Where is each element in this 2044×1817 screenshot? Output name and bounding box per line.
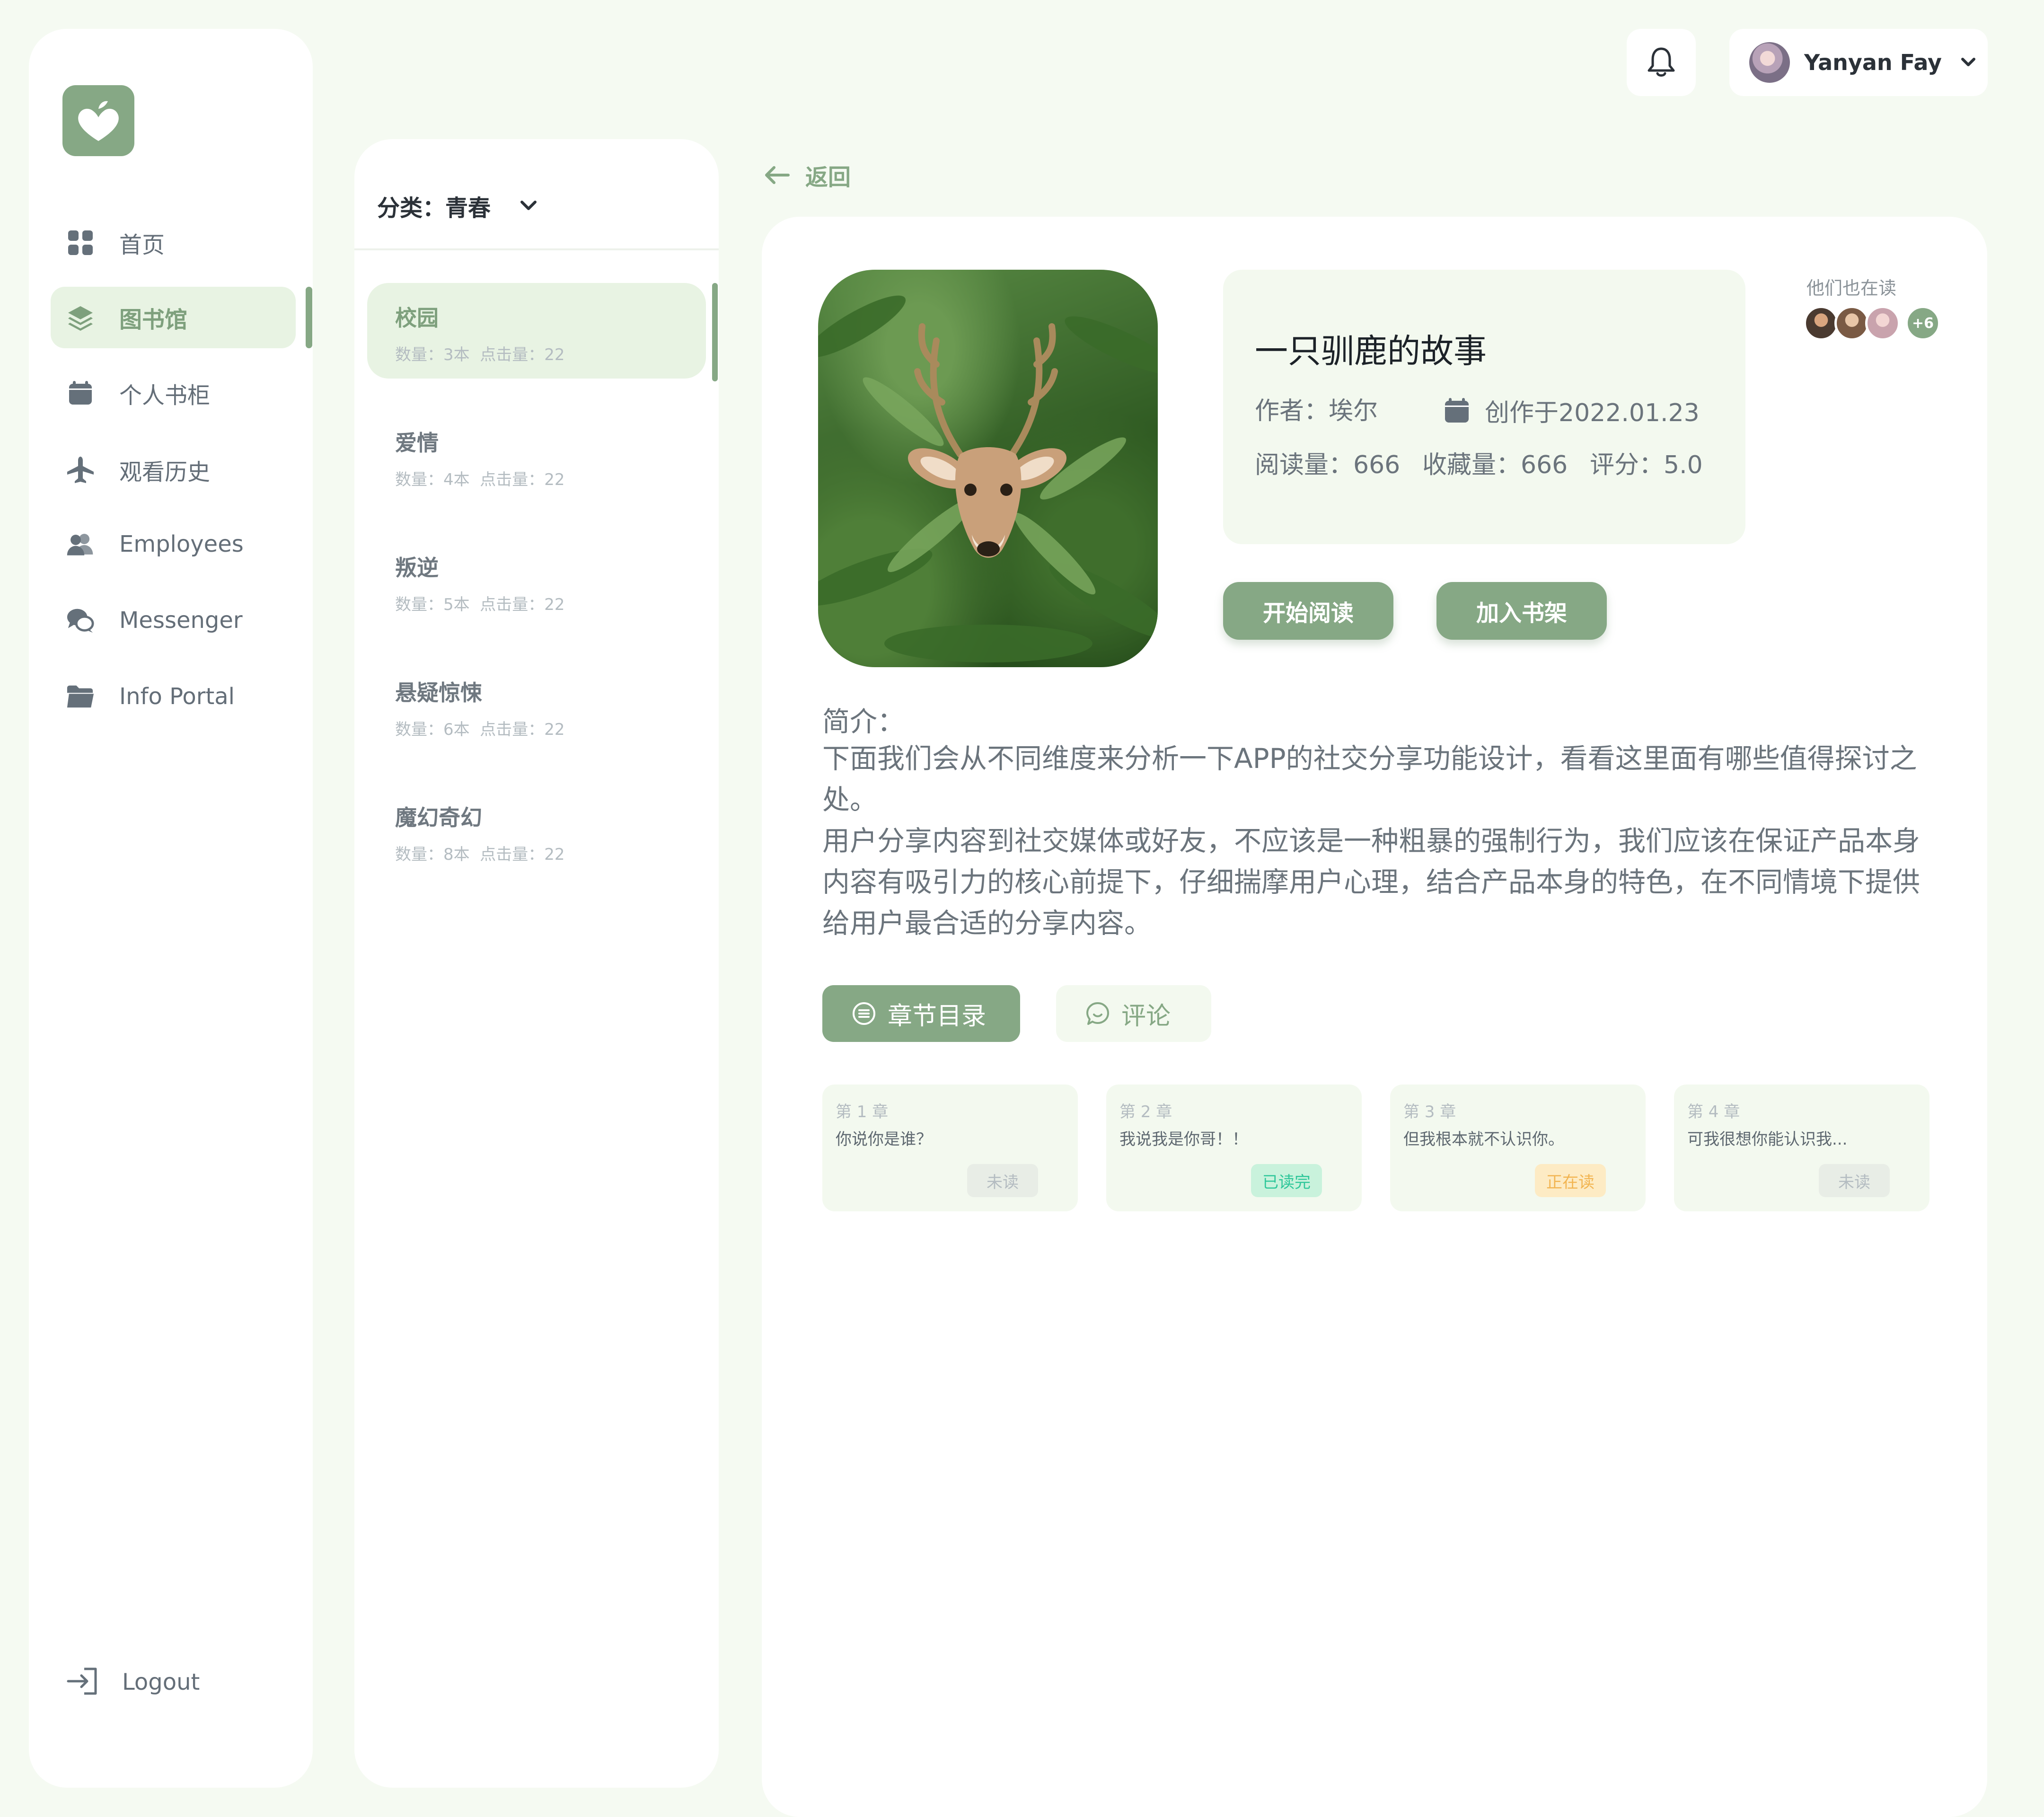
comment-icon xyxy=(1085,1001,1110,1026)
avatar xyxy=(1749,42,1790,83)
logout-button[interactable]: Logout xyxy=(66,1651,200,1713)
app-logo[interactable] xyxy=(62,85,134,156)
chapter-number: 第 2 章 xyxy=(1119,1103,1172,1121)
chapter-number: 第 3 章 xyxy=(1403,1103,1456,1121)
bell-icon xyxy=(1646,46,1676,79)
chapter-title: 我说我是你哥！！ xyxy=(1119,1130,1248,1149)
sidebar-item-messenger[interactable]: Messenger xyxy=(51,590,296,651)
calendar-icon xyxy=(66,379,95,407)
reader-avatar[interactable] xyxy=(1865,306,1900,341)
book-rating: 评分：5.0 xyxy=(1590,451,1703,479)
category-item[interactable]: 叛逆 数量：5本 点击量：22 xyxy=(367,533,706,628)
category-item[interactable]: 爱情 数量：4本 点击量：22 xyxy=(367,408,706,503)
category-divider xyxy=(354,248,719,250)
chapter-number: 第 4 章 xyxy=(1687,1103,1740,1121)
user-name: Yanyan Fay xyxy=(1804,50,1942,75)
book-author: 作者：埃尔 xyxy=(1255,397,1378,425)
back-button[interactable]: 返回 xyxy=(764,156,851,194)
chapter-card[interactable]: 第 1 章 你说你是谁？ 未读 xyxy=(822,1085,1078,1211)
category-meta: 数量：8本 点击量：22 xyxy=(395,845,565,864)
sidebar-item-employees[interactable]: Employees xyxy=(51,513,296,575)
description-paragraph: 下面我们会从不同维度来分析一下APP的社交分享功能设计，看看这里面有哪些值得探讨… xyxy=(822,742,1917,816)
category-scrollbar[interactable] xyxy=(712,283,718,381)
sidebar-item-info-portal[interactable]: Info Portal xyxy=(51,666,296,727)
category-meta: 数量：5本 点击量：22 xyxy=(395,595,565,614)
sidebar-item-label: Employees xyxy=(119,531,244,557)
chapter-card[interactable]: 第 4 章 可我很想你能认识我... 未读 xyxy=(1674,1085,1929,1211)
folder-icon xyxy=(66,682,95,711)
chapter-status-badge: 正在读 xyxy=(1535,1164,1606,1197)
readers-label: 他们也在读 xyxy=(1806,278,1897,299)
grid-icon xyxy=(66,229,95,257)
layers-icon xyxy=(66,303,95,332)
book-created-date: 创作于2022.01.23 xyxy=(1443,393,1700,428)
category-item[interactable]: 魔幻奇幻 数量：8本 点击量：22 xyxy=(367,783,706,878)
book-cover xyxy=(818,270,1158,667)
book-read-count: 阅读量：666 xyxy=(1255,451,1401,479)
category-meta: 数量：3本 点击量：22 xyxy=(395,345,565,364)
sidebar-item-library[interactable]: 图书馆 xyxy=(51,287,296,348)
sidebar-item-history[interactable]: 观看历史 xyxy=(51,439,296,501)
category-item[interactable]: 悬疑惊悚 数量：6本 点击量：22 xyxy=(367,658,706,753)
calendar-icon xyxy=(1443,397,1471,424)
chapter-status-badge: 未读 xyxy=(967,1164,1038,1197)
chevron-down-icon xyxy=(1959,53,1978,72)
heart-logo-icon xyxy=(78,101,119,141)
category-dropdown[interactable]: 分类：青春 xyxy=(377,185,538,227)
sidebar-item-label: 图书馆 xyxy=(119,307,188,333)
airplane-icon xyxy=(66,456,95,484)
chevron-down-icon xyxy=(519,199,538,212)
sidebar-item-label: 首页 xyxy=(119,232,165,258)
reader-avatar[interactable] xyxy=(1804,306,1839,341)
chapter-card[interactable]: 第 3 章 但我根本就不认识你。 正在读 xyxy=(1390,1085,1646,1211)
logout-label: Logout xyxy=(122,1669,200,1695)
category-panel xyxy=(354,139,719,1788)
users-icon xyxy=(66,530,95,558)
list-circle-icon xyxy=(852,1001,876,1026)
add-to-shelf-button[interactable]: 加入书架 xyxy=(1436,582,1607,640)
readers-more-badge[interactable]: +6 xyxy=(1905,306,1940,341)
chapter-title: 你说你是谁？ xyxy=(836,1130,932,1149)
description-heading: 简介： xyxy=(822,706,905,738)
tab-label: 章节目录 xyxy=(888,1002,987,1031)
book-favorite-count: 收藏量：666 xyxy=(1422,451,1568,479)
sidebar-item-label: 观看历史 xyxy=(119,459,211,485)
chapter-status-badge: 已读完 xyxy=(1251,1164,1322,1197)
chapter-card[interactable]: 第 2 章 我说我是你哥！！ 已读完 xyxy=(1106,1085,1362,1211)
chapter-status-badge: 未读 xyxy=(1819,1164,1890,1197)
category-name: 魔幻奇幻 xyxy=(395,805,482,830)
chat-icon xyxy=(66,606,95,635)
category-item[interactable]: 校园 数量：3本 点击量：22 xyxy=(367,283,706,379)
tab-comments[interactable]: 评论 xyxy=(1056,985,1211,1042)
category-name: 叛逆 xyxy=(395,555,439,581)
description-paragraph: 用户分享内容到社交媒体或好友，不应该是一种粗暴的强制行为，我们应该在保证产品本身… xyxy=(822,825,1921,939)
logout-icon xyxy=(66,1667,99,1697)
book-title: 一只驯鹿的故事 xyxy=(1255,332,1487,370)
user-menu[interactable]: Yanyan Fay xyxy=(1729,29,1988,96)
notifications-button[interactable] xyxy=(1627,29,1696,96)
start-reading-button[interactable]: 开始阅读 xyxy=(1223,582,1393,640)
back-label: 返回 xyxy=(805,164,851,191)
sidebar-item-label: Info Portal xyxy=(119,683,235,710)
tab-chapters[interactable]: 章节目录 xyxy=(822,985,1020,1042)
category-meta: 数量：4本 点击量：22 xyxy=(395,470,565,489)
chapter-title: 可我很想你能认识我... xyxy=(1687,1130,1848,1149)
chapter-title: 但我根本就不认识你。 xyxy=(1403,1130,1564,1149)
sidebar-item-label: 个人书柜 xyxy=(119,382,211,409)
tab-label: 评论 xyxy=(1121,1002,1171,1031)
sidebar-item-home[interactable]: 首页 xyxy=(51,212,296,273)
sidebar-item-bookshelf[interactable]: 个人书柜 xyxy=(51,362,296,424)
reader-avatar[interactable] xyxy=(1834,306,1869,341)
category-name: 校园 xyxy=(395,305,439,331)
chapter-number: 第 1 章 xyxy=(836,1103,889,1121)
arrow-left-icon xyxy=(764,166,790,185)
deer-illustration xyxy=(818,295,1158,662)
sidebar-item-label: Messenger xyxy=(119,607,243,634)
category-meta: 数量：6本 点击量：22 xyxy=(395,720,565,739)
category-dropdown-label: 分类：青春 xyxy=(377,195,491,221)
category-name: 悬疑惊悚 xyxy=(395,680,482,706)
active-nav-indicator xyxy=(306,287,312,348)
category-name: 爱情 xyxy=(395,430,439,456)
